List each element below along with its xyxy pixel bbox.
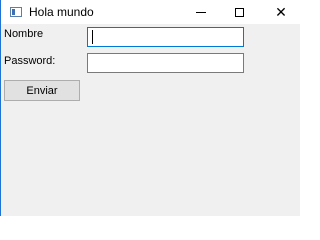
text-caret [92,30,93,44]
password-input[interactable] [87,53,244,73]
minimize-button[interactable] [182,0,220,24]
close-icon: ✕ [275,4,287,20]
enviar-button[interactable]: Enviar [4,80,80,101]
window-title: Hola mundo [29,5,94,19]
title-bar[interactable]: Hola mundo ✕ [1,0,300,24]
minimize-icon [196,12,206,13]
app-window: Hola mundo ✕ Nombre Password: Enviar [0,0,300,216]
close-button[interactable]: ✕ [262,0,300,24]
nombre-label: Nombre [4,28,44,40]
nombre-input[interactable] [87,27,244,47]
password-label: Password: [4,55,56,67]
maximize-icon [234,7,244,17]
app-window-icon [10,7,22,17]
maximize-button[interactable] [220,0,258,24]
